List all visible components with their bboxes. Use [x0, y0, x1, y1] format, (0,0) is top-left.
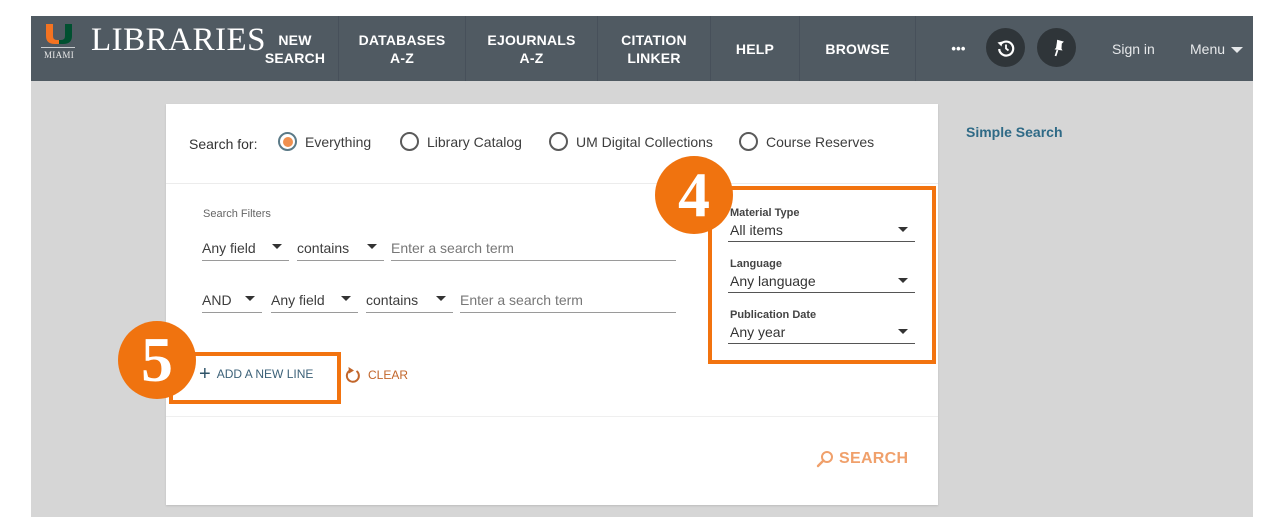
u-logo-icon	[46, 24, 72, 44]
page: MIAMI LIBRARIES NEW SEARCH DATABASES A-Z E…	[31, 16, 1253, 517]
libraries-brand[interactable]: LIBRARIES	[91, 22, 266, 59]
precision-select-2[interactable]: contains	[366, 287, 453, 313]
search-button[interactable]: SEARCH	[816, 450, 908, 468]
pin-icon	[1054, 39, 1064, 56]
radio-icon	[739, 132, 758, 151]
clear-label: CLEAR	[368, 367, 409, 382]
menu-button[interactable]: Menu	[1190, 16, 1244, 81]
scope-um-digital-collections[interactable]: UM Digital Collections	[549, 132, 713, 151]
nav-label: EJOURNALS	[487, 31, 576, 48]
nav-label: SEARCH	[264, 49, 326, 66]
nav-new-search[interactable]: NEW SEARCH	[252, 16, 338, 81]
sign-in-link[interactable]: Sign in	[1112, 16, 1155, 81]
boolean-operator-select[interactable]: AND	[202, 287, 262, 313]
annotation-badge-4: 4	[655, 156, 733, 234]
logo-rule	[41, 47, 75, 48]
nav-citation-linker[interactable]: CITATION LINKER	[597, 16, 710, 81]
annotation-box-facets	[708, 186, 936, 364]
search-term-input-2[interactable]: Enter a search term	[460, 287, 676, 313]
radio-label: Library Catalog	[427, 133, 522, 150]
search-scope-row: Search for: Everything Library Catalog U…	[166, 104, 938, 184]
caret-down-icon	[245, 296, 255, 301]
select-value: Any field	[271, 291, 325, 308]
simple-search-link[interactable]: Simple Search	[966, 124, 1063, 140]
radio-icon	[400, 132, 419, 151]
search-history-button[interactable]	[986, 28, 1025, 67]
search-for-label: Search for:	[189, 136, 258, 152]
radio-selected-icon	[278, 132, 297, 151]
clear-button[interactable]: CLEAR	[345, 366, 408, 383]
select-value: AND	[202, 291, 232, 308]
radio-label: Everything	[305, 133, 372, 150]
scope-course-reserves[interactable]: Course Reserves	[739, 132, 874, 151]
annotation-badge-5: 5	[118, 321, 196, 399]
um-logo[interactable]: MIAMI	[39, 22, 79, 70]
logo-miami-text: MIAMI	[44, 50, 74, 60]
search-icon	[816, 451, 833, 468]
menu-label: Menu	[1190, 40, 1226, 57]
nav-ejournals-az[interactable]: EJOURNALS A-Z	[465, 16, 597, 81]
select-value: Any field	[202, 239, 256, 256]
field-select-2[interactable]: Any field	[271, 287, 358, 313]
nav-label: A-Z	[390, 49, 414, 66]
search-filters-title: Search Filters	[203, 208, 271, 220]
nav-label: BROWSE	[825, 40, 890, 57]
history-icon	[997, 39, 1014, 57]
radio-label: UM Digital Collections	[576, 133, 713, 150]
search-term-input-1[interactable]: Enter a search term	[391, 235, 676, 261]
precision-select-1[interactable]: contains	[297, 235, 384, 261]
caret-down-icon	[272, 244, 282, 249]
nav-databases-az[interactable]: DATABASES A-Z	[338, 16, 465, 81]
select-value: contains	[297, 239, 350, 256]
nav-label: NEW	[278, 31, 312, 48]
nav-help[interactable]: HELP	[710, 16, 799, 81]
field-select-1[interactable]: Any field	[202, 235, 289, 261]
my-favorites-button[interactable]	[1037, 28, 1076, 67]
card-divider	[166, 416, 938, 417]
more-icon: •••	[951, 40, 966, 56]
caret-down-icon	[341, 296, 351, 301]
radio-icon	[549, 132, 568, 151]
scope-everything[interactable]: Everything	[278, 132, 371, 151]
nav-label: DATABASES	[358, 31, 446, 48]
select-value: contains	[366, 291, 419, 308]
nav-browse[interactable]: BROWSE	[799, 16, 915, 81]
top-nav-bar: MIAMI LIBRARIES NEW SEARCH DATABASES A-Z E…	[31, 16, 1253, 81]
nav-label: A-Z	[519, 49, 544, 66]
nav-label: CITATION	[621, 31, 687, 48]
nav-label: HELP	[735, 40, 775, 57]
caret-down-icon	[436, 296, 446, 301]
search-label: SEARCH	[839, 450, 909, 467]
nav-label: LINKER	[627, 49, 681, 66]
caret-down-icon	[1231, 46, 1244, 53]
radio-label: Course Reserves	[766, 133, 875, 150]
caret-down-icon	[367, 244, 377, 249]
reset-icon	[345, 367, 360, 383]
scope-library-catalog[interactable]: Library Catalog	[400, 132, 522, 151]
